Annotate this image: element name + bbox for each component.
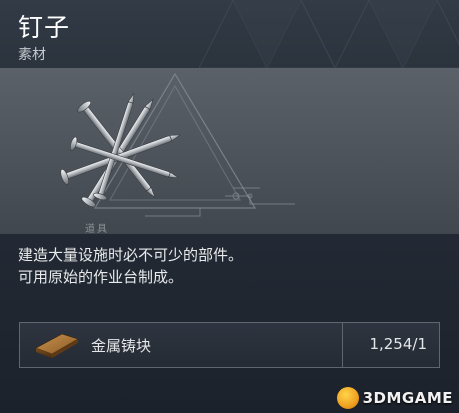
description-line: 建造大量设施时必不可少的部件。 [18, 246, 244, 264]
header-pattern [199, 0, 459, 68]
item-name: 钉子 [18, 13, 71, 42]
watermark: 3DMGAME [336, 385, 453, 411]
watermark-text: 3DMGAME [362, 389, 453, 407]
row-divider [342, 323, 343, 367]
nails-icon [60, 92, 182, 208]
material-name: 金属铸块 [91, 337, 152, 355]
item-type: 素材 [18, 47, 46, 63]
watermark-logo-icon [336, 387, 359, 409]
item-description: 建造大量设施时必不可少的部件。 可用原始的作业台制成。 [18, 244, 438, 288]
item-header: 钉子 素材 [0, 0, 459, 68]
item-detail-panel: 钉子 素材 道具 建造大量设施时必不可少的部件。 可用原始的作业台制成。 金属铸… [0, 0, 459, 413]
metal-ingot-icon [35, 333, 79, 358]
material-count: 1,254/1 [369, 335, 427, 353]
description-line: 可用原始的作业台制成。 [18, 268, 184, 286]
item-preview: 道具 [0, 68, 459, 235]
category-tag: 道具 [85, 224, 109, 235]
crafting-requirement-row: 金属铸块 1,254/1 [19, 322, 440, 368]
